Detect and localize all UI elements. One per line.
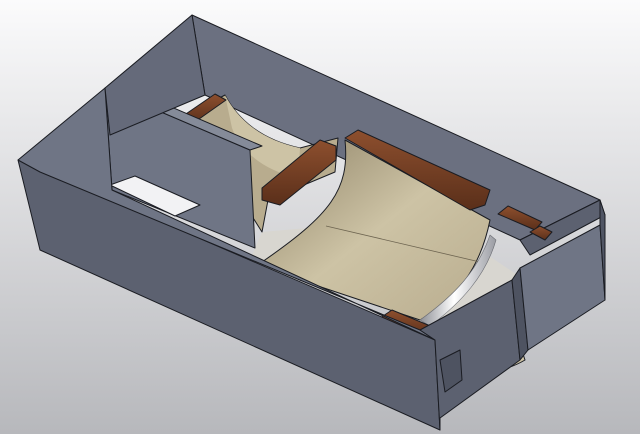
cad-viewport[interactable]: [0, 0, 640, 434]
model-canvas[interactable]: [0, 0, 640, 434]
